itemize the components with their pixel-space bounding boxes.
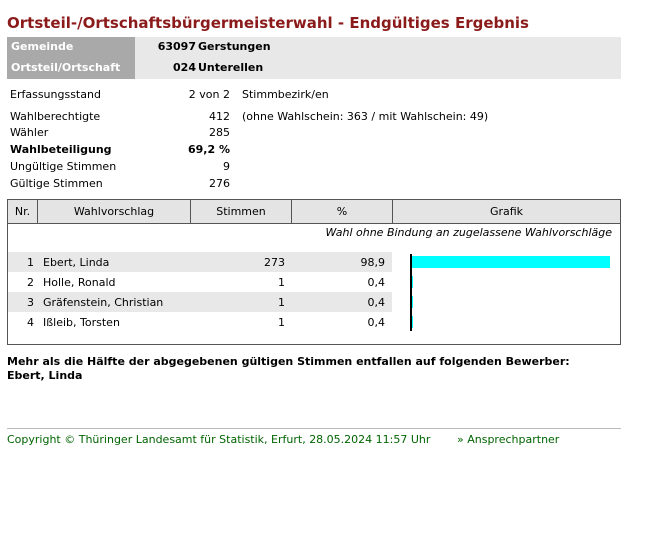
info-value: 69,2 % [188, 143, 230, 156]
info-value: 2 von 2 [188, 88, 230, 101]
results-table: Nr. Wahlvorschlag Stimmen % Grafik Wahl … [7, 199, 621, 345]
bar-3 [412, 296, 413, 308]
info-label: Wähler [10, 126, 49, 139]
row-nr: 4 [27, 316, 34, 329]
row-nr: 3 [27, 296, 34, 309]
row-stimmen: 1 [278, 296, 285, 309]
info-beteiligung: Wahlbeteiligung 69,2 % [10, 143, 610, 159]
info-extra: Stimmbezirk/en [242, 88, 329, 101]
info-label: Ungültige Stimmen [10, 160, 117, 173]
bar-4 [412, 316, 413, 328]
info-extra: (ohne Wahlschein: 363 / mit Wahlschein: … [242, 110, 489, 123]
table-row: 4 Ißleib, Torsten 1 0,4 [8, 312, 392, 332]
table-note: Wahl ohne Bindung an zugelassene Wahlvor… [325, 226, 612, 239]
gemeinde-code: 63097 [157, 40, 196, 53]
info-label: Gültige Stimmen [10, 177, 103, 190]
info-value: 285 [209, 126, 230, 139]
gemeinde-label: Gemeinde [7, 37, 135, 58]
table-row: 2 Holle, Ronald 1 0,4 [8, 272, 392, 292]
row-stimmen: 1 [278, 276, 285, 289]
row-prozent: 0,4 [367, 276, 386, 289]
col-stimmen: Stimmen [191, 200, 292, 223]
ortsteil-label: Ortsteil/Ortschaft [7, 58, 135, 79]
bar-1 [412, 256, 610, 268]
row-name: Ebert, Linda [43, 256, 110, 269]
info-ungueltig: Ungültige Stimmen 9 [10, 160, 610, 176]
row-name: Ißleib, Torsten [43, 316, 120, 329]
row-prozent: 0,4 [367, 316, 386, 329]
ortsteil-code: 024 [173, 61, 196, 74]
ortsteil-name: Unterellen [198, 61, 264, 74]
row-nr: 1 [27, 256, 34, 269]
info-value: 9 [223, 160, 230, 173]
region-header: Gemeinde 63097 Gerstungen Ortsteil/Ortsc… [7, 37, 621, 79]
col-prozent: % [292, 200, 393, 223]
gemeinde-row: Gemeinde 63097 Gerstungen [7, 37, 621, 58]
info-label: Wahlbeteiligung [10, 143, 112, 156]
table-row: 3 Gräfenstein, Christian 1 0,4 [8, 292, 392, 312]
info-erfassung: Erfassungsstand 2 von 2 Stimmbezirk/en [10, 88, 610, 104]
info-gueltig: Gültige Stimmen 276 [10, 177, 610, 193]
row-name: Holle, Ronald [43, 276, 116, 289]
info-value: 276 [209, 177, 230, 190]
footer-divider [7, 428, 621, 429]
col-nr: Nr. [8, 200, 38, 223]
info-label: Erfassungsstand [10, 88, 101, 101]
info-value: 412 [209, 110, 230, 123]
row-name: Gräfenstein, Christian [43, 296, 164, 309]
info-label: Wahlberechtigte [10, 110, 101, 123]
info-berechtigte: Wahlberechtigte 412 (ohne Wahlschein: 36… [10, 110, 610, 126]
row-prozent: 0,4 [367, 296, 386, 309]
ortsteil-row: Ortsteil/Ortschaft 024 Unterellen [7, 58, 621, 79]
table-row: 1 Ebert, Linda 273 98,9 [8, 252, 392, 272]
copyright-text: Copyright © Thüringer Landesamt für Stat… [7, 433, 431, 446]
gemeinde-name: Gerstungen [198, 40, 271, 53]
row-stimmen: 1 [278, 316, 285, 329]
row-stimmen: 273 [264, 256, 285, 269]
page-title: Ortsteil-/Ortschaftsbürgermeisterwahl - … [7, 14, 529, 32]
bar-2 [412, 276, 413, 288]
majority-statement: Mehr als die Hälfte der abgegebenen gült… [7, 355, 570, 383]
majority-text: Mehr als die Hälfte der abgegebenen gült… [7, 355, 570, 368]
info-waehler: Wähler 285 [10, 126, 610, 142]
col-vorschlag: Wahlvorschlag [38, 200, 191, 223]
row-nr: 2 [27, 276, 34, 289]
table-header: Nr. Wahlvorschlag Stimmen % Grafik [8, 200, 620, 224]
majority-winner: Ebert, Linda [7, 369, 83, 382]
col-grafik: Grafik [489, 205, 524, 218]
contact-link[interactable]: » Ansprechpartner [457, 433, 559, 446]
row-prozent: 98,9 [360, 256, 386, 269]
